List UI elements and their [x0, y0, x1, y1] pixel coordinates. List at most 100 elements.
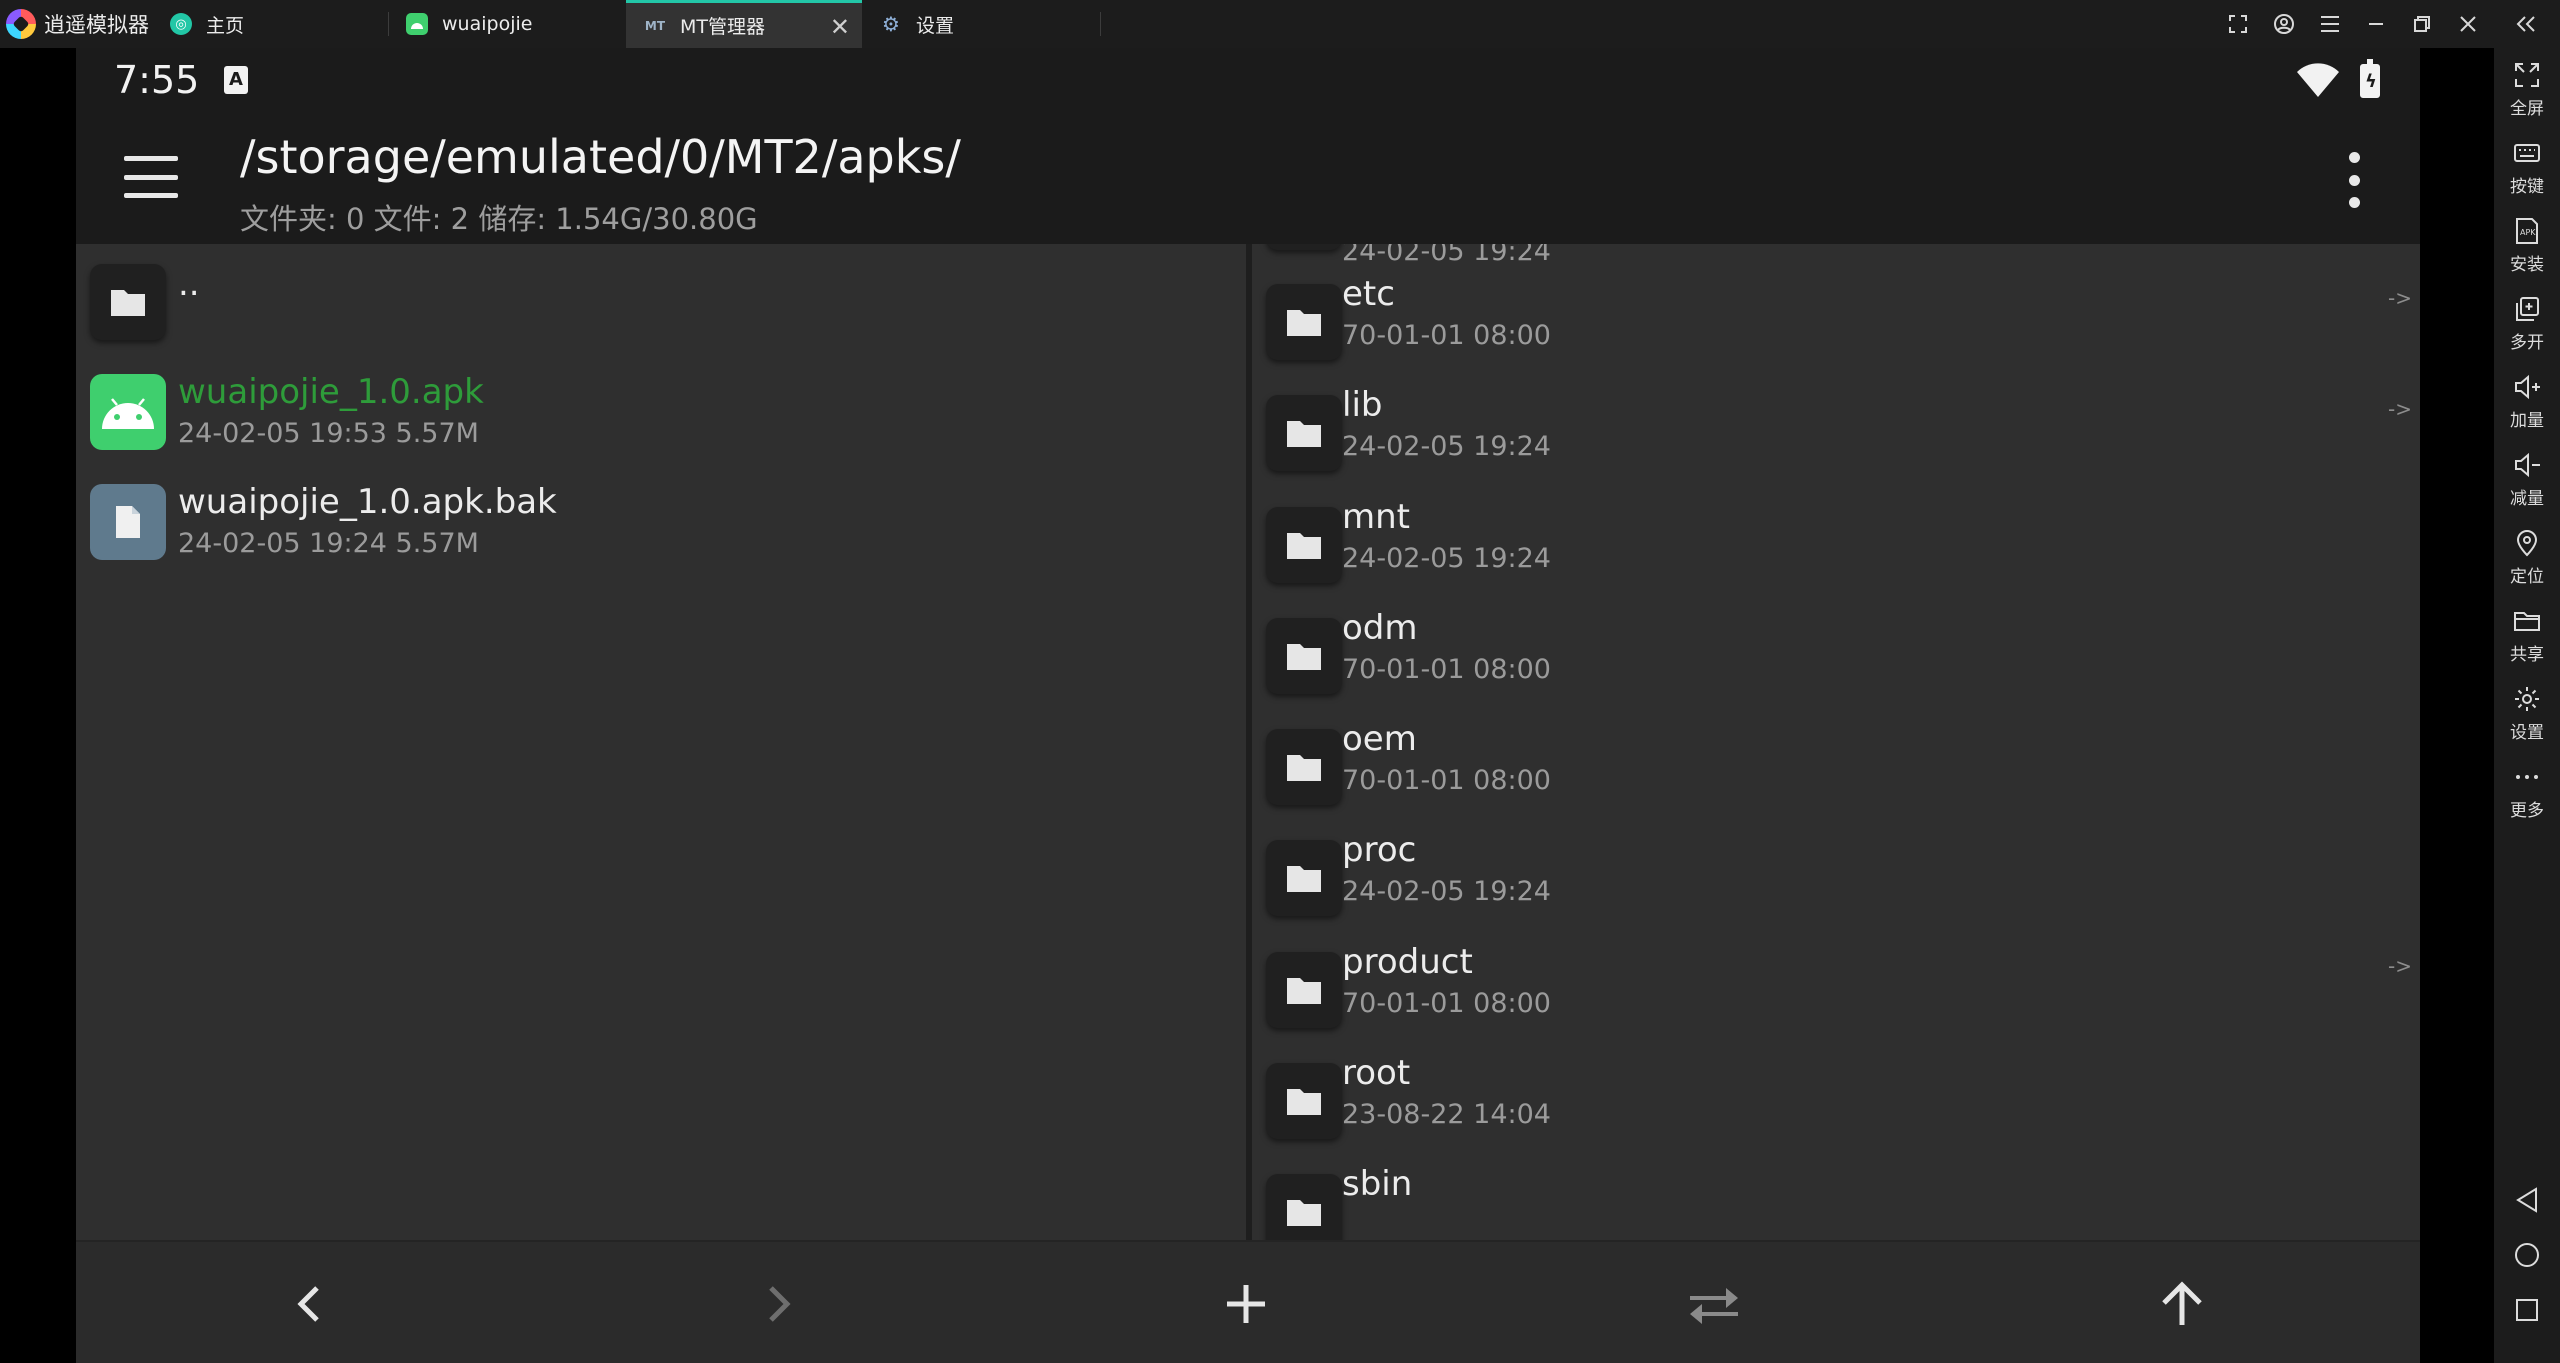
restore-icon[interactable]: [2402, 0, 2442, 48]
android-screen: 7:55 A ϟ /storage/emulated/0/MT2/apks/ 文…: [76, 48, 2420, 1363]
folder-row-etc[interactable]: etc 70-01-01 08:00 ->: [1252, 266, 2420, 376]
sidebar-settings[interactable]: 设置: [2494, 684, 2560, 754]
file-name: ..: [178, 264, 200, 304]
collapse-icon[interactable]: [2506, 0, 2546, 48]
file-row[interactable]: wuaipojie_1.0.apk 24-02-05 19:53 5.57M: [76, 354, 1246, 464]
tab-separator: [1100, 12, 1101, 36]
sidebar-label: 按键: [2510, 177, 2544, 197]
sidebar-multi-instance[interactable]: 多开: [2494, 294, 2560, 364]
file-meta: 24-02-05 19:24 5.57M: [178, 528, 479, 559]
folder-icon: [1266, 395, 1342, 471]
folder-row-sbin[interactable]: sbin: [1252, 1156, 2420, 1240]
document-file-icon: [90, 484, 166, 560]
more-icon: [2516, 775, 2538, 779]
forward-arrow-icon[interactable]: [750, 1276, 806, 1332]
symlink-indicator: ->: [2388, 397, 2412, 421]
tab-label: 主页: [206, 14, 245, 37]
swap-icon[interactable]: [1686, 1276, 1742, 1332]
bottom-toolbar: [76, 1240, 2420, 1363]
sidebar-fullscreen[interactable]: 全屏: [2494, 60, 2560, 130]
app-toolbar: /storage/emulated/0/MT2/apks/ 文件夹: 0 文件:…: [76, 116, 2420, 244]
folder-name: mnt: [1342, 497, 1410, 537]
tab-wuaipojie[interactable]: wuaipojie: [388, 0, 626, 48]
home-icon: ◎: [170, 13, 192, 35]
android-apk-icon: [90, 374, 166, 450]
folder-name: product: [1342, 942, 1473, 982]
sidebar-label: 加量: [2510, 411, 2544, 431]
fullscreen-icon: [2515, 63, 2539, 87]
current-path: /storage/emulated/0/MT2/apks/: [240, 130, 961, 184]
folder-meta: 70-01-01 08:00: [1342, 320, 1551, 351]
battery-charging-icon: ϟ: [2360, 59, 2380, 98]
tab-home[interactable]: ◎ 主页: [152, 0, 388, 48]
parent-directory-row[interactable]: ..: [76, 244, 1246, 354]
sidebar-label: 多开: [2510, 333, 2544, 353]
file-row[interactable]: wuaipojie_1.0.apk.bak 24-02-05 19:24 5.5…: [76, 464, 1246, 574]
folder-name: sbin: [1342, 1164, 1413, 1204]
emulator-sidebar: 全屏 按键 APK 安装 多开 加量 减量 定位 共享 设置 更多: [2494, 48, 2560, 1363]
settings-gear-icon: ⚙: [882, 12, 900, 36]
folder-name: odm: [1342, 608, 1418, 648]
back-arrow-icon[interactable]: [282, 1276, 338, 1332]
folder-row-odm[interactable]: odm 70-01-01 08:00: [1252, 600, 2420, 710]
add-icon[interactable]: [1218, 1276, 1274, 1332]
sidebar-label: 设置: [2510, 723, 2544, 743]
tab-label: 设置: [916, 14, 955, 37]
svg-text:APK: APK: [2520, 228, 2536, 237]
tab-settings[interactable]: ⚙ 设置: [862, 0, 1100, 48]
tab-close-icon[interactable]: ✕: [830, 15, 850, 39]
folder-name: oem: [1342, 719, 1417, 759]
keyboard-icon: [2514, 144, 2540, 162]
overflow-menu-icon[interactable]: [2344, 152, 2364, 208]
folder-meta: 24-02-05 19:24: [1342, 543, 1551, 574]
folder-row-root[interactable]: root 23-08-22 14:04: [1252, 1045, 2420, 1155]
wifi-icon: [2297, 63, 2339, 97]
folder-meta: 70-01-01 08:00: [1342, 988, 1551, 1019]
folder-meta: 70-01-01 08:00: [1342, 654, 1551, 685]
apk-install-icon: APK: [2516, 218, 2538, 244]
folder-icon: [1266, 618, 1342, 694]
sidebar-label: 减量: [2510, 489, 2544, 509]
menu-icon[interactable]: [2310, 0, 2350, 48]
sidebar-label: 共享: [2510, 645, 2544, 665]
back-triangle-icon[interactable]: [2494, 1178, 2560, 1222]
folder-row-product[interactable]: product 70-01-01 08:00 ->: [1252, 934, 2420, 1044]
hamburger-menu-icon[interactable]: [124, 156, 178, 198]
sidebar-label: 全屏: [2510, 99, 2544, 119]
folder-row-oem[interactable]: oem 70-01-01 08:00: [1252, 711, 2420, 821]
folder-row-lib[interactable]: lib 24-02-05 19:24 ->: [1252, 377, 2420, 487]
close-icon[interactable]: [2448, 0, 2488, 48]
emulator-tab-bar: 逍遥模拟器 ◎ 主页 wuaipojie MT MT管理器 ✕ ⚙ 设置: [0, 0, 2560, 48]
folder-row-proc[interactable]: proc 24-02-05 19:24: [1252, 822, 2420, 932]
tab-label: wuaipojie: [442, 13, 533, 35]
folder-meta: 70-01-01 08:00: [1342, 765, 1551, 796]
up-arrow-icon[interactable]: [2154, 1276, 2210, 1332]
android-app-icon: [406, 13, 428, 35]
screenshot-icon[interactable]: [2218, 0, 2258, 48]
home-circle-icon[interactable]: [2494, 1233, 2560, 1277]
minimize-icon[interactable]: [2356, 0, 2396, 48]
recents-square-icon[interactable]: [2494, 1288, 2560, 1332]
notification-a-icon: A: [224, 66, 248, 94]
multi-instance-icon: [2516, 297, 2539, 321]
sidebar-volume-up[interactable]: 加量: [2494, 372, 2560, 442]
settings-icon: [2515, 687, 2539, 711]
emulator-brand-label: 逍遥模拟器: [44, 13, 149, 37]
location-icon: [2516, 530, 2538, 557]
sidebar-location[interactable]: 定位: [2494, 528, 2560, 598]
sidebar-keymap[interactable]: 按键: [2494, 138, 2560, 208]
tab-mt-manager[interactable]: MT MT管理器 ✕: [626, 0, 862, 48]
left-file-pane: .. wuaipojie_1.0.apk 24-02-05 19:53 5.57…: [76, 244, 1246, 1240]
folder-row-mnt[interactable]: mnt 24-02-05 19:24: [1252, 489, 2420, 599]
folder-icon: [1266, 1174, 1342, 1240]
emulator-brand[interactable]: 逍遥模拟器: [6, 0, 149, 48]
folder-icon: [1266, 507, 1342, 583]
sidebar-label: 定位: [2510, 567, 2544, 587]
sidebar-shared-folder[interactable]: 共享: [2494, 606, 2560, 676]
folder-meta: 24-02-05 19:24: [1342, 431, 1551, 462]
folder-icon: [1266, 1063, 1342, 1139]
sidebar-volume-down[interactable]: 减量: [2494, 450, 2560, 520]
sidebar-more[interactable]: 更多: [2494, 762, 2560, 832]
account-icon[interactable]: [2264, 0, 2304, 48]
sidebar-install[interactable]: APK 安装: [2494, 216, 2560, 286]
